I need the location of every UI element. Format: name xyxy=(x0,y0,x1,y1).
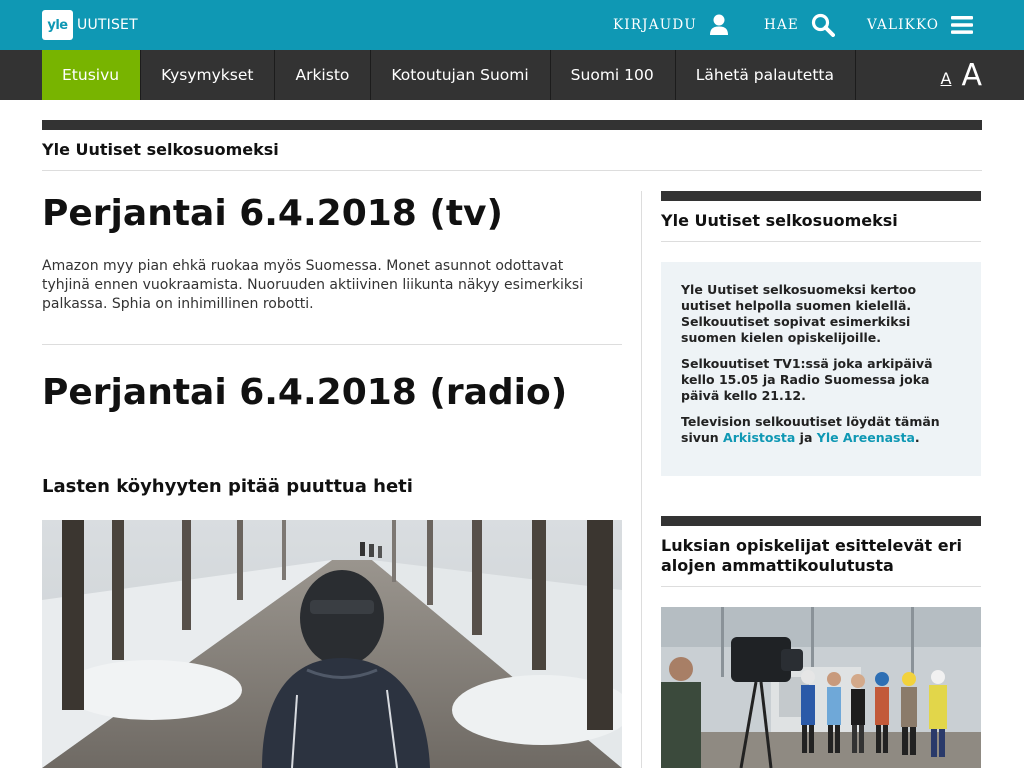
menu-label: VALIKKO xyxy=(867,17,940,33)
info-paragraph-2: Selkouutiset TV1:ssä joka arkipäivä kell… xyxy=(681,356,933,403)
students-presentation-image xyxy=(661,607,981,768)
font-size-small-button[interactable]: A xyxy=(941,69,952,88)
sidebar-story-bar xyxy=(661,516,981,526)
nav-item-kotoutujan-suomi[interactable]: Kotoutujan Suomi xyxy=(371,50,551,100)
nav-item-kysymykset[interactable]: Kysymykset xyxy=(141,50,276,100)
logo-text: UUTISET xyxy=(77,17,138,33)
nav-item-arkisto[interactable]: Arkisto xyxy=(275,50,372,100)
nav-item-laheta-palautetta[interactable]: Lähetä palautetta xyxy=(676,50,856,100)
child-on-snowy-path-image xyxy=(42,520,622,768)
yle-logo-mark: yle xyxy=(42,10,73,40)
section-header-bar xyxy=(42,120,982,130)
info-box: Yle Uutiset selkosuomeksi kertoo uutiset… xyxy=(661,262,981,476)
font-size-large-button[interactable]: A xyxy=(961,58,982,93)
menu-button[interactable]: VALIKKO xyxy=(867,0,974,50)
nav-items: Etusivu Kysymykset Arkisto Kotoutujan Su… xyxy=(42,50,856,100)
login-label: KIRJAUDU xyxy=(613,17,697,33)
section-divider xyxy=(42,170,982,171)
areena-link[interactable]: Yle Areenasta xyxy=(817,430,915,445)
tv-broadcast-summary: Amazon myy pian ehkä ruokaa myös Suomess… xyxy=(42,258,584,312)
archive-link[interactable]: Arkistosta xyxy=(723,430,795,445)
tv-broadcast-heading[interactable]: Perjantai 6.4.2018 (tv) xyxy=(42,193,503,234)
info-paragraph-1: Yle Uutiset selkosuomeksi kertoo uutiset… xyxy=(681,282,917,345)
top-bar: yle UUTISET KIRJAUDU HAE VALIKKO xyxy=(0,0,1024,50)
sidebar-box-title: Yle Uutiset selkosuomeksi xyxy=(661,211,898,230)
nav-item-etusivu[interactable]: Etusivu xyxy=(42,50,142,100)
info-paragraph-3: Television selkouutiset löydät tämän siv… xyxy=(681,414,940,445)
section-title: Yle Uutiset selkosuomeksi xyxy=(42,140,279,159)
font-size-controls: A A xyxy=(941,50,982,100)
column-divider xyxy=(641,191,642,768)
login-button[interactable]: KIRJAUDU xyxy=(613,0,729,50)
search-label: HAE xyxy=(764,17,799,33)
sidebar-story-image[interactable] xyxy=(661,607,981,768)
hamburger-menu-icon xyxy=(951,16,974,34)
story-title[interactable]: Lasten köyhyyten pitää puuttua heti xyxy=(42,476,413,497)
main-divider xyxy=(42,344,622,345)
story-image[interactable] xyxy=(42,520,622,768)
main-navigation: Etusivu Kysymykset Arkisto Kotoutujan Su… xyxy=(0,50,1024,100)
sidebar-story-title[interactable]: Luksian opiskelijat esittelevät eri aloj… xyxy=(661,536,981,576)
sidebar-story-divider xyxy=(661,586,981,587)
radio-broadcast-heading[interactable]: Perjantai 6.4.2018 (radio) xyxy=(42,372,567,413)
yle-uutiset-logo[interactable]: yle UUTISET xyxy=(42,10,138,40)
search-button[interactable]: HAE xyxy=(764,0,835,50)
user-icon xyxy=(709,14,728,35)
sidebar-box-divider xyxy=(661,241,981,242)
search-icon xyxy=(811,13,835,37)
sidebar-box-bar xyxy=(661,191,981,201)
nav-item-suomi-100[interactable]: Suomi 100 xyxy=(551,50,676,100)
